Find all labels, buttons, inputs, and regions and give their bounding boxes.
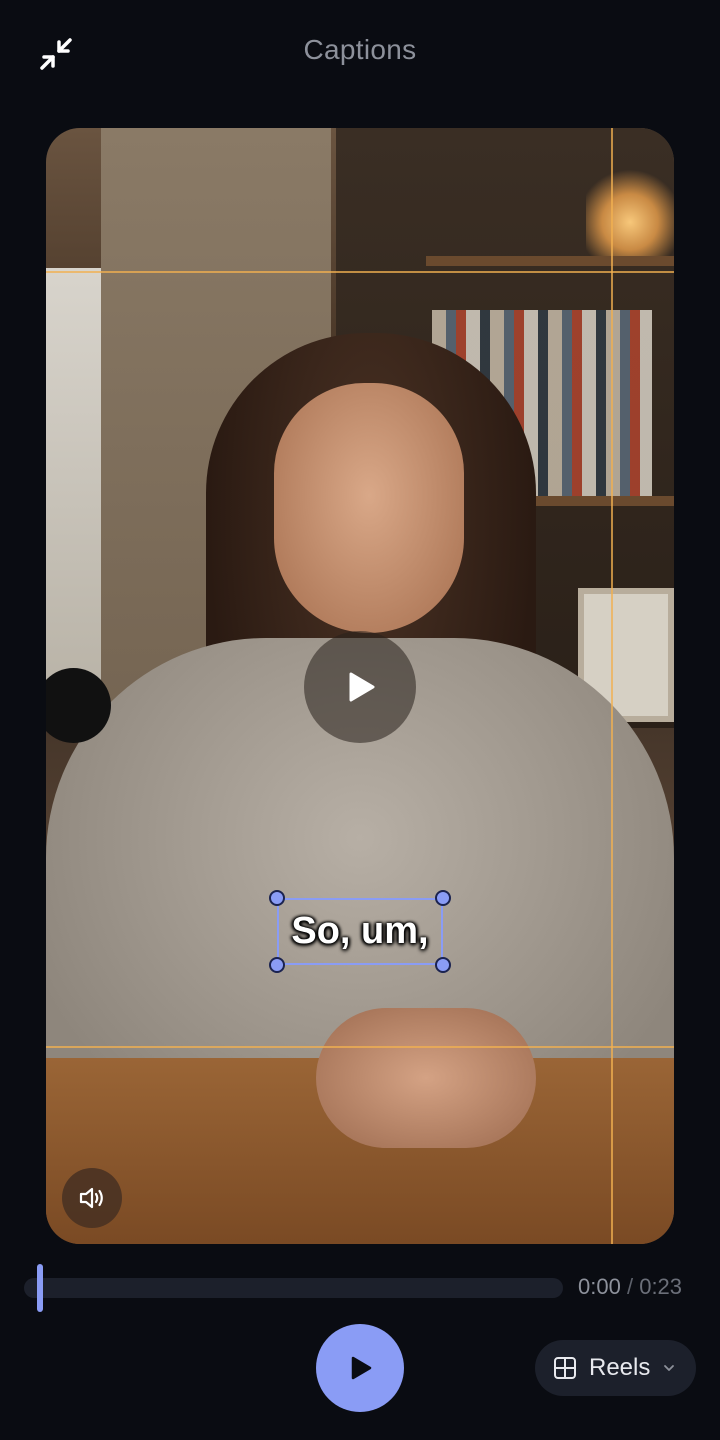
format-label: Reels [589, 1354, 651, 1381]
grid-icon [554, 1357, 576, 1379]
timeline-scrubber[interactable] [24, 1264, 563, 1312]
safe-zone-guide-right [611, 128, 613, 1244]
mute-button[interactable] [62, 1168, 122, 1228]
safe-zone-guide-bottom [46, 1046, 674, 1048]
play-button[interactable] [316, 1324, 404, 1412]
time-separator: / [626, 1274, 634, 1299]
play-icon [349, 672, 375, 702]
format-selector[interactable]: Reels [535, 1340, 696, 1396]
current-time: 0:00 [578, 1274, 621, 1299]
resize-handle-top-right[interactable] [435, 890, 451, 906]
resize-handle-top-left[interactable] [269, 890, 285, 906]
resize-handle-bottom-left[interactable] [269, 957, 285, 973]
page-title: Captions [303, 34, 417, 65]
time-display: 0:00 / 0:23 [578, 1274, 682, 1300]
playhead[interactable] [37, 1264, 43, 1312]
caption-box[interactable]: So, um, [269, 890, 451, 973]
play-icon [351, 1356, 372, 1380]
top-bar: Captions [0, 0, 720, 110]
total-time: 0:23 [639, 1274, 683, 1299]
chevron-down-icon [664, 1365, 675, 1371]
video-play-button[interactable] [304, 631, 416, 743]
speaker-icon [79, 1187, 103, 1209]
safe-zone-guide-top [46, 271, 674, 273]
caption-text[interactable]: So, um, [291, 910, 428, 953]
resize-handle-bottom-right[interactable] [435, 957, 451, 973]
video-preview[interactable]: So, um, [46, 128, 674, 1244]
